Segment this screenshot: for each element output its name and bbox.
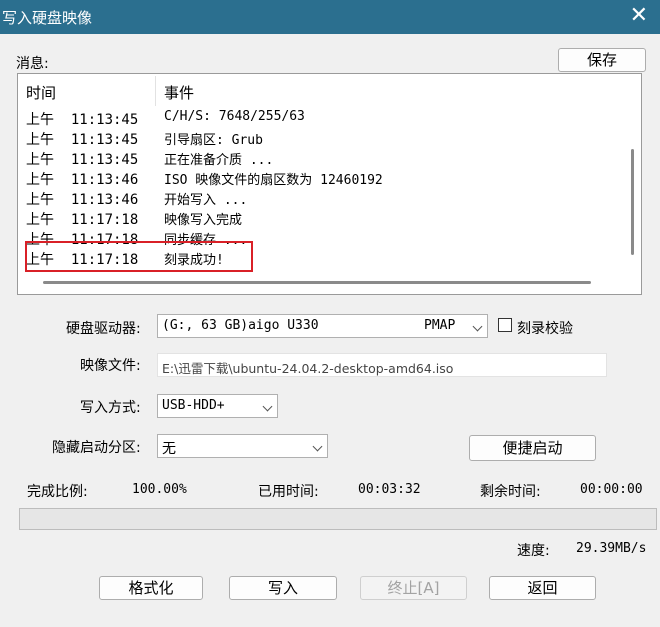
close-icon[interactable]: ✕ bbox=[630, 3, 648, 29]
log-header: 时间 事件 bbox=[18, 74, 641, 106]
horizontal-scrollbar[interactable] bbox=[43, 281, 591, 284]
remaining-label: 剩余时间: bbox=[480, 484, 541, 500]
row-ampm: 上午 bbox=[26, 192, 54, 208]
message-log[interactable]: 时间 事件 上午 11:13:45 C/H/S: 7648/255/63 上午 … bbox=[17, 73, 642, 295]
save-button[interactable]: 保存 bbox=[558, 48, 646, 72]
row-clock: 11:13:46 bbox=[70, 192, 139, 208]
highlight-box bbox=[25, 241, 253, 272]
vertical-scrollbar[interactable] bbox=[631, 149, 634, 255]
write-button[interactable]: 写入 bbox=[229, 576, 337, 600]
row-event: 开始写入 ... bbox=[164, 193, 248, 208]
speed-value: 29.39MB/s bbox=[576, 541, 647, 556]
drive-label: 硬盘驱动器: bbox=[66, 321, 141, 337]
hidden-partition-label: 隐藏启动分区: bbox=[52, 440, 141, 456]
hidden-partition-value: 无 bbox=[162, 441, 176, 457]
drive-value: (G:, 63 GB)aigo U330 bbox=[162, 318, 319, 333]
column-header-event[interactable]: 事件 bbox=[164, 82, 194, 103]
drive-select[interactable]: (G:, 63 GB)aigo U330 PMAP bbox=[157, 314, 488, 338]
drive-value-tail: PMAP bbox=[424, 318, 456, 333]
row-clock: 11:17:18 bbox=[70, 212, 139, 228]
back-button[interactable]: 返回 bbox=[489, 576, 596, 600]
quick-start-button[interactable]: 便捷启动 bbox=[469, 435, 596, 461]
row-ampm: 上午 bbox=[26, 112, 54, 128]
remaining-value: 00:00:00 bbox=[580, 482, 643, 497]
row-clock: 11:13:45 bbox=[70, 152, 139, 168]
messages-label: 消息: bbox=[16, 56, 49, 72]
image-file-value: E:\迅雷下载\ubuntu-24.04.2-desktop-amd64.iso bbox=[162, 361, 454, 376]
row-event: C/H/S: 7648/255/63 bbox=[164, 109, 305, 124]
image-file-field: E:\迅雷下载\ubuntu-24.04.2-desktop-amd64.iso bbox=[157, 353, 607, 377]
chevron-down-icon bbox=[472, 321, 483, 332]
title-bar: 写入硬盘映像 ✕ bbox=[0, 0, 660, 34]
table-row: 上午 11:13:45 引导扇区: Grub bbox=[18, 128, 618, 148]
row-clock: 11:13:46 bbox=[70, 172, 139, 188]
window-title: 写入硬盘映像 bbox=[2, 9, 93, 27]
column-header-time[interactable]: 时间 bbox=[26, 82, 56, 103]
row-ampm: 上午 bbox=[26, 172, 54, 188]
table-row: 上午 11:13:46 ISO 映像文件的扇区数为 12460192 bbox=[18, 168, 618, 188]
table-row: 上午 11:13:45 正在准备介质 ... bbox=[18, 148, 618, 168]
row-clock: 11:13:45 bbox=[70, 112, 139, 128]
verify-checkbox[interactable] bbox=[498, 318, 512, 332]
write-method-value: USB-HDD+ bbox=[162, 398, 225, 413]
table-row: 上午 11:17:18 映像写入完成 bbox=[18, 208, 618, 228]
image-file-label: 映像文件: bbox=[80, 358, 141, 374]
chevron-down-icon bbox=[262, 401, 273, 412]
speed-label: 速度: bbox=[517, 543, 550, 559]
hidden-partition-select[interactable]: 无 bbox=[157, 434, 328, 458]
write-method-label: 写入方式: bbox=[80, 400, 141, 416]
row-event: ISO 映像文件的扇区数为 12460192 bbox=[164, 173, 383, 188]
column-divider bbox=[155, 76, 156, 106]
completion-value: 100.00% bbox=[132, 482, 187, 497]
row-event: 引导扇区: Grub bbox=[164, 133, 263, 148]
completion-label: 完成比例: bbox=[27, 484, 88, 500]
table-row: 上午 11:13:46 开始写入 ... bbox=[18, 188, 618, 208]
abort-button[interactable]: 终止[A] bbox=[360, 576, 467, 600]
row-ampm: 上午 bbox=[26, 212, 54, 228]
elapsed-label: 已用时间: bbox=[258, 484, 319, 500]
row-ampm: 上午 bbox=[26, 132, 54, 148]
write-method-select[interactable]: USB-HDD+ bbox=[157, 394, 278, 418]
row-clock: 11:13:45 bbox=[70, 132, 139, 148]
chevron-down-icon bbox=[312, 441, 323, 452]
elapsed-value: 00:03:32 bbox=[358, 482, 421, 497]
row-event: 映像写入完成 bbox=[164, 213, 243, 228]
progress-bar bbox=[19, 508, 657, 530]
format-button[interactable]: 格式化 bbox=[99, 576, 203, 600]
row-event: 正在准备介质 ... bbox=[164, 153, 274, 168]
verify-label: 刻录校验 bbox=[517, 321, 573, 337]
table-row: 上午 11:13:45 C/H/S: 7648/255/63 bbox=[18, 108, 618, 128]
row-ampm: 上午 bbox=[26, 152, 54, 168]
